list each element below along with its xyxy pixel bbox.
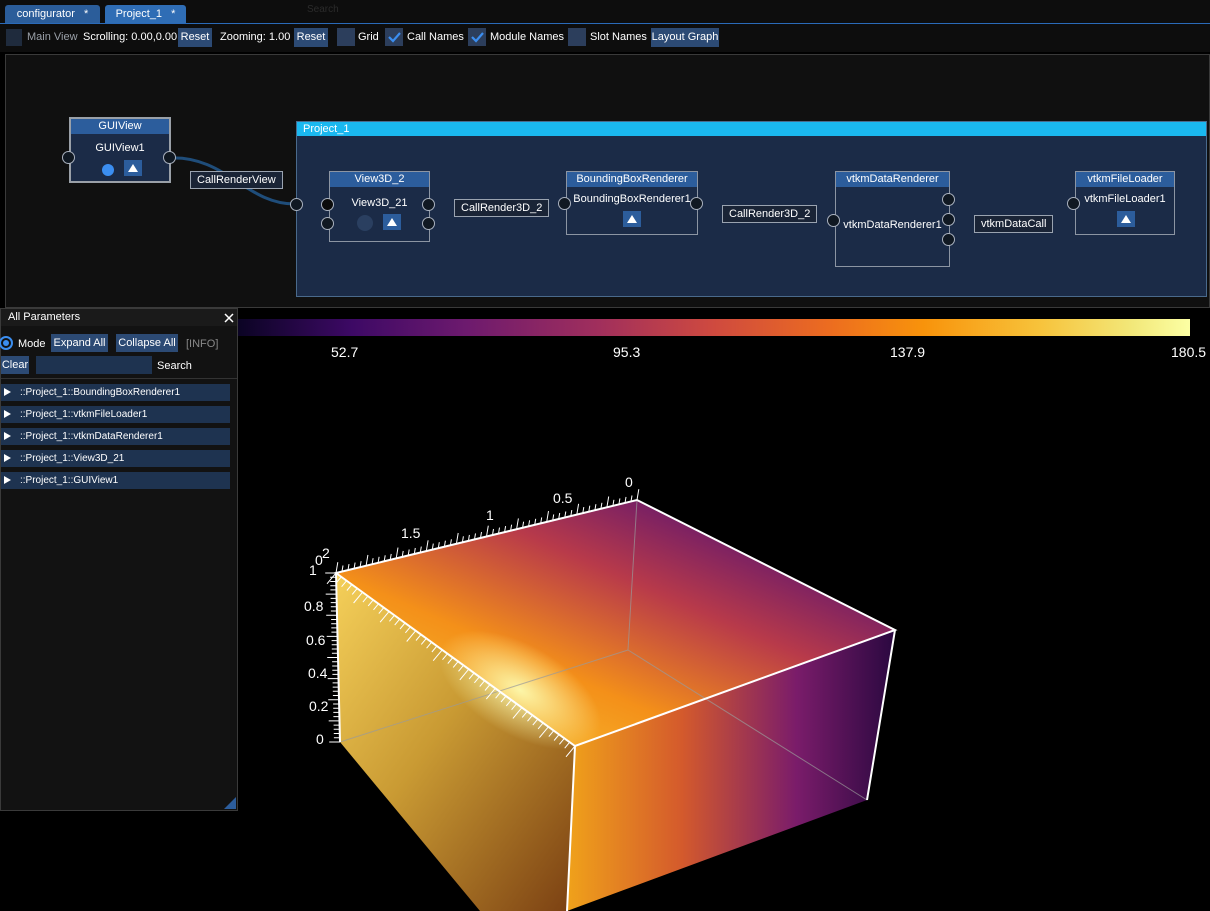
window-title: All Parameters	[8, 311, 81, 323]
y-axis-tick-label: 0.6	[306, 632, 326, 648]
param-group-row[interactable]: ::Project_1::BoundingBoxRenderer1	[1, 384, 230, 401]
clear-button[interactable]: Clear	[1, 356, 29, 374]
window-title-bar[interactable]: All Parameters	[1, 309, 237, 326]
param-group-label: ::Project_1::vtkmFileLoader1	[20, 409, 148, 420]
x-axis-tick-label: 2	[322, 545, 330, 561]
close-icon[interactable]	[222, 311, 236, 325]
search-input[interactable]	[36, 356, 152, 374]
info-label[interactable]: [INFO]	[186, 338, 218, 350]
y-axis-tick-label: 0.2	[309, 698, 329, 714]
mode-label: Mode	[18, 338, 46, 350]
divider	[1, 378, 237, 379]
triangle-right-icon	[4, 454, 11, 462]
y-axis-tick-label: 0.4	[308, 665, 328, 681]
y-axis-tick-label: 1	[309, 562, 317, 578]
x-axis-tick-label: 0	[625, 474, 633, 490]
param-group-label: ::Project_1::View3D_21	[20, 453, 125, 464]
search-label: Search	[157, 360, 192, 372]
triangle-right-icon	[4, 410, 11, 418]
param-group-row[interactable]: ::Project_1::vtkmFileLoader1	[1, 406, 230, 423]
param-group-label: ::Project_1::BoundingBoxRenderer1	[20, 387, 181, 398]
param-group-label: ::Project_1::vtkmDataRenderer1	[20, 431, 163, 442]
y-axis-tick-label: 0	[316, 731, 324, 747]
mode-radio[interactable]	[0, 336, 13, 350]
resize-grip-icon[interactable]	[224, 797, 236, 809]
x-axis-tick-label: 1	[486, 507, 494, 523]
expand-all-button[interactable]: Expand All	[51, 334, 108, 352]
x-axis-tick-label: 1.5	[401, 525, 421, 541]
param-group-row[interactable]: ::Project_1::View3D_21	[1, 450, 230, 467]
triangle-right-icon	[4, 388, 11, 396]
param-group-row[interactable]: ::Project_1::vtkmDataRenderer1	[1, 428, 230, 445]
x-axis-tick-label: 0.5	[553, 490, 573, 506]
y-axis-tick-label: 0.8	[304, 598, 324, 614]
triangle-right-icon	[4, 432, 11, 440]
collapse-all-button[interactable]: Collapse All	[116, 334, 178, 352]
triangle-right-icon	[4, 476, 11, 484]
param-group-label: ::Project_1::GUIView1	[20, 475, 119, 486]
param-group-row[interactable]: ::Project_1::GUIView1	[1, 472, 230, 489]
all-parameters-window[interactable]: All Parameters Mode Expand All Collapse …	[0, 308, 238, 811]
